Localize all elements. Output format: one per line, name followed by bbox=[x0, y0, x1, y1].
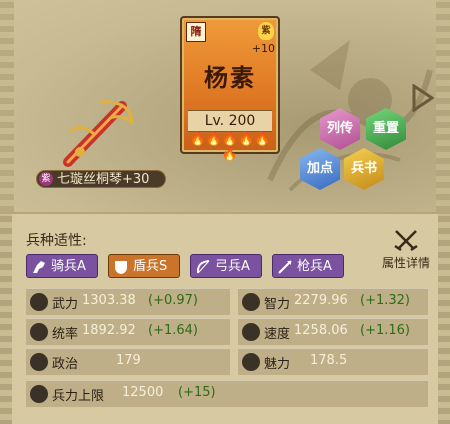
biography-label: 列传 bbox=[326, 121, 353, 136]
left-border-pattern bbox=[0, 0, 14, 212]
politics-icon bbox=[30, 353, 48, 371]
stat-politics-label: 政治 bbox=[52, 357, 79, 372]
panel-right-border bbox=[438, 214, 450, 424]
command-icon bbox=[30, 323, 48, 341]
troop-spear[interactable]: 枪兵A bbox=[272, 254, 344, 278]
stat-intellect-value: 2279.96 bbox=[294, 293, 348, 308]
troop-aptitude-title: 兵种适性: bbox=[26, 233, 87, 249]
expand-arrow-icon[interactable] bbox=[410, 84, 434, 112]
stat-speed: 速度 1258.06 (+1.16) bbox=[238, 318, 428, 345]
troop-spear-label: 枪兵A bbox=[297, 259, 332, 274]
hero-name: 杨素 bbox=[204, 64, 256, 92]
stat-speed-value: 1258.06 bbox=[294, 323, 348, 338]
intellect-icon bbox=[242, 293, 260, 311]
crossed-swords-icon bbox=[394, 230, 418, 252]
equipment-rank-badge: 紫 bbox=[39, 172, 53, 186]
stat-intellect: 智力 2279.96 (+1.32) bbox=[238, 288, 428, 315]
hero-card[interactable]: 隋 紫 +10 杨素 Lv. 200 🔥🔥🔥🔥🔥🔥 bbox=[180, 16, 280, 162]
bow-icon bbox=[196, 260, 210, 274]
faction-badge: 隋 bbox=[186, 22, 206, 42]
stat-charm-value: 178.5 bbox=[310, 353, 348, 368]
military-book-label: 兵书 bbox=[350, 161, 377, 176]
stat-politics: 政治 179 bbox=[26, 348, 230, 375]
qin-instrument-icon[interactable] bbox=[60, 92, 140, 172]
force-icon bbox=[30, 293, 48, 311]
stat-charm: 魅力 178.5 bbox=[238, 348, 428, 375]
stat-force-label: 武力 bbox=[52, 297, 79, 312]
hero-level: Lv. 200 bbox=[188, 110, 272, 132]
stat-force: 武力 1303.38 (+0.97) bbox=[26, 288, 230, 315]
charm-icon bbox=[242, 353, 260, 371]
troop-cap-icon bbox=[30, 385, 48, 403]
attribute-detail-button[interactable]: 属性详情 bbox=[376, 228, 436, 271]
stat-command-label: 统率 bbox=[52, 327, 79, 342]
stat-intellect-label: 智力 bbox=[264, 297, 291, 312]
stat-troop-cap-bonus: (+15) bbox=[178, 385, 216, 400]
troop-cavalry-label: 骑兵A bbox=[51, 259, 86, 274]
stat-speed-bonus: (+1.16) bbox=[360, 323, 410, 338]
rank-badge: 紫 bbox=[258, 22, 274, 40]
equipment-name: 七璇丝桐琴+30 bbox=[57, 172, 150, 187]
attribute-detail-label: 属性详情 bbox=[381, 256, 430, 270]
stat-command: 统率 1892.92 (+1.64) bbox=[26, 318, 230, 345]
hero-scene: 隋 紫 +10 杨素 Lv. 200 🔥🔥🔥🔥🔥🔥 紫 七璇丝桐琴+30 列传 … bbox=[0, 0, 450, 212]
stat-command-bonus: (+1.64) bbox=[148, 323, 198, 338]
stat-charm-label: 魅力 bbox=[264, 357, 291, 372]
stat-troop-cap-value: 12500 bbox=[122, 385, 164, 400]
add-points-label: 加点 bbox=[306, 161, 333, 176]
attributes-panel: 兵种适性: 属性详情 骑兵A 盾兵S 弓兵A 枪兵A 武力 1303.38 (+… bbox=[0, 212, 450, 424]
awaken-level: +10 bbox=[251, 42, 275, 55]
speed-icon bbox=[242, 323, 260, 341]
equipment-label[interactable]: 紫 七璇丝桐琴+30 bbox=[36, 170, 166, 188]
hero-detail-screen: { "card": { "faction": "隋", "rank_badge"… bbox=[0, 0, 450, 424]
stat-command-value: 1892.92 bbox=[82, 323, 136, 338]
stat-speed-label: 速度 bbox=[264, 327, 291, 342]
troop-cavalry[interactable]: 骑兵A bbox=[26, 254, 98, 278]
spear-icon bbox=[278, 260, 292, 274]
stat-intellect-bonus: (+1.32) bbox=[360, 293, 410, 308]
stat-force-bonus: (+0.97) bbox=[148, 293, 198, 308]
stat-troop-cap: 兵力上限 12500 (+15) bbox=[26, 380, 428, 407]
troop-archer-label: 弓兵A bbox=[215, 259, 250, 274]
stat-force-value: 1303.38 bbox=[82, 293, 136, 308]
troop-archer[interactable]: 弓兵A bbox=[190, 254, 262, 278]
star-flames: 🔥🔥🔥🔥🔥🔥 bbox=[189, 132, 271, 162]
troop-shield-label: 盾兵S bbox=[133, 259, 168, 274]
stat-troop-cap-label: 兵力上限 bbox=[52, 389, 105, 404]
stat-politics-value: 179 bbox=[116, 353, 141, 368]
horse-icon bbox=[33, 261, 45, 273]
troop-shield[interactable]: 盾兵S bbox=[108, 254, 180, 278]
panel-left-border bbox=[0, 214, 12, 424]
reset-label: 重置 bbox=[372, 121, 399, 136]
shield-icon bbox=[115, 261, 127, 274]
